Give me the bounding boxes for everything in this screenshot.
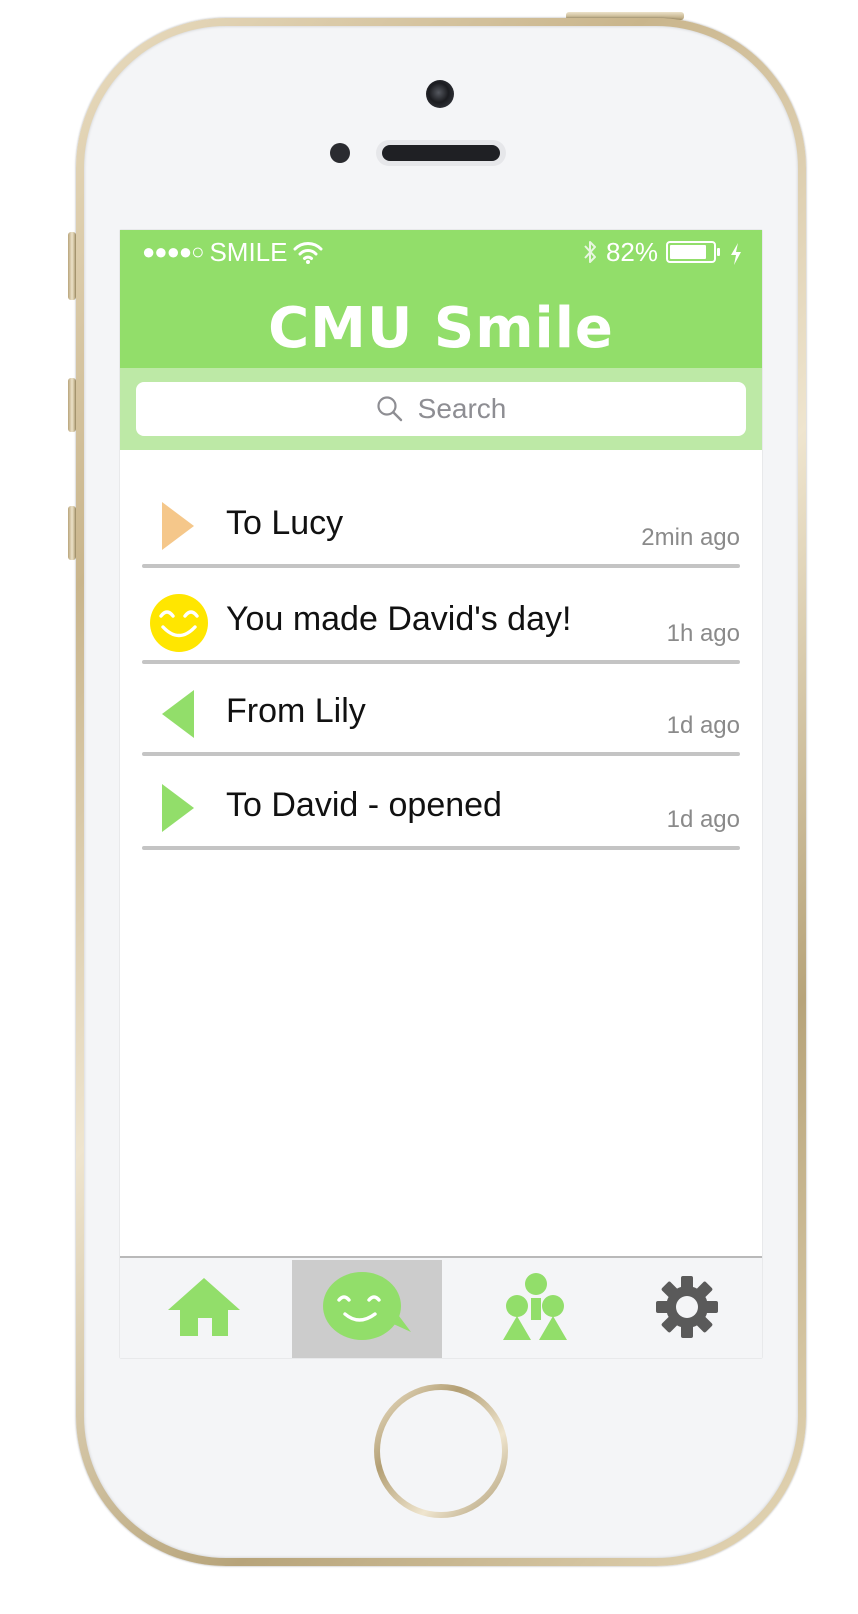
message-item[interactable]: To David - opened 1d ago xyxy=(142,756,740,850)
tab-smiles[interactable] xyxy=(292,1260,442,1358)
message-time: 2min ago xyxy=(641,524,740,551)
message-title: From Lily xyxy=(226,692,366,730)
message-item[interactable]: You made David's day! 1h ago xyxy=(142,570,740,664)
battery-icon xyxy=(666,240,722,264)
message-title: To David - opened xyxy=(226,786,502,824)
outgoing-arrow-icon xyxy=(148,496,208,556)
home-button[interactable] xyxy=(374,1384,508,1518)
search-bar-area: Search xyxy=(120,368,762,450)
search-input[interactable]: Search xyxy=(136,382,746,436)
people-icon xyxy=(503,1272,569,1347)
smiley-face-icon xyxy=(148,592,208,652)
outgoing-arrow-icon xyxy=(148,778,208,838)
device-mockup: CMU Smile ●●●●○ SMILE 82% Search To Lucy… xyxy=(0,0,858,1614)
message-time: 1h ago xyxy=(666,620,740,647)
message-item[interactable]: From Lily 1d ago xyxy=(142,662,740,756)
message-title: You made David's day! xyxy=(226,600,572,638)
home-icon xyxy=(166,1276,242,1343)
front-camera xyxy=(426,80,454,108)
tab-bar xyxy=(120,1256,762,1358)
carrier-name: SMILE xyxy=(209,237,288,267)
message-time: 1d ago xyxy=(666,806,740,833)
tab-settings[interactable] xyxy=(612,1260,762,1358)
gear-icon xyxy=(654,1274,720,1345)
status-right: 82% xyxy=(582,238,742,266)
signal-strength: ●●●●○ xyxy=(142,239,204,264)
message-divider xyxy=(142,564,740,568)
message-title: To Lucy xyxy=(226,504,344,542)
incoming-arrow-icon xyxy=(148,684,208,744)
status-left: ●●●●○ SMILE xyxy=(142,238,323,266)
battery-percent: 82% xyxy=(605,237,658,267)
app-title: CMU Smile xyxy=(268,296,614,361)
home-button-face xyxy=(380,1390,502,1512)
message-time: 1d ago xyxy=(666,712,740,739)
earpiece-speaker xyxy=(376,140,506,166)
status-bar: ●●●●○ SMILE 82% xyxy=(120,230,762,274)
mute-switch xyxy=(68,232,76,300)
tab-friends[interactable] xyxy=(456,1260,616,1358)
search-placeholder: Search xyxy=(417,393,507,424)
message-item[interactable]: To Lucy 2min ago xyxy=(142,474,740,568)
tab-home[interactable] xyxy=(124,1260,284,1358)
message-divider xyxy=(142,846,740,850)
speaker-grille xyxy=(382,145,500,161)
phone-screen: CMU Smile ●●●●○ SMILE 82% Search To Lucy… xyxy=(120,230,762,1358)
smile-chat-icon xyxy=(321,1270,413,1349)
charging-bolt-icon xyxy=(730,241,742,265)
wifi-icon xyxy=(293,240,323,264)
proximity-sensor xyxy=(330,143,350,163)
volume-up-button xyxy=(68,378,76,432)
volume-down-button xyxy=(68,506,76,560)
search-icon xyxy=(376,395,404,423)
bluetooth-icon xyxy=(582,239,598,265)
